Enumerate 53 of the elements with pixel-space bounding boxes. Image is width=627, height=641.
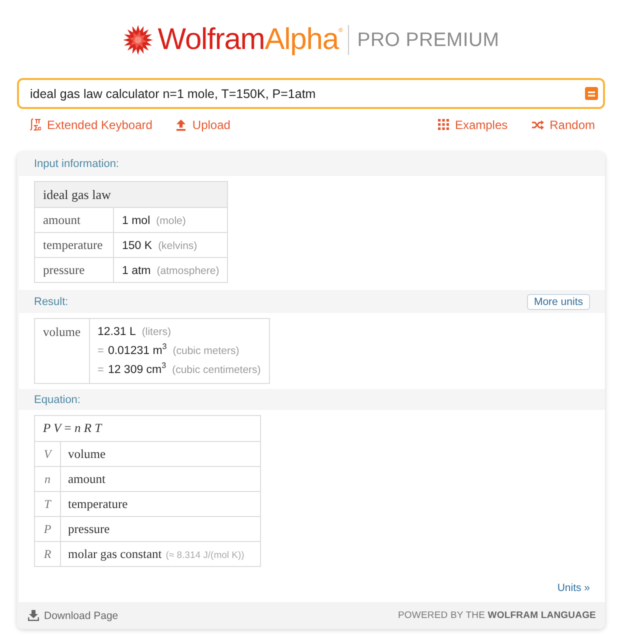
search-field[interactable]: ideal gas law calculator n=1 mole, T=150K, P=1atm [17,78,605,109]
unit-name: (atmosphere) [156,265,220,277]
submit-button[interactable] [585,87,598,100]
units-link[interactable]: Units » [557,582,590,594]
variable-symbol: n [34,466,60,492]
unit-name: (liters) [142,326,172,338]
variable-symbol: R [34,542,60,566]
quantity-label: pressure [34,258,114,282]
quantity-label: volume [34,318,89,384]
unit-name: (cubic meters) [172,344,240,356]
logo-wordmark: WolframAlpha$^{®}$ [158,24,342,56]
math-symbols-icon [30,118,41,131]
quantity-label: amount [34,208,114,232]
variable-name: pressure [68,522,110,536]
download-icon [28,610,39,621]
variable-symbol: T [34,492,60,516]
unit-name: (kelvins) [158,240,198,252]
edition-label: PRO PREMIUM [357,28,500,52]
quantity-value: 0.01231 m$^{3}$ [108,344,167,356]
spiky-star-icon [122,25,153,55]
toolbar-link[interactable]: Random [532,116,595,133]
quantity-value: 12 309 cm$^{3}$ [108,364,166,376]
quantity-value: 150 K [122,240,152,252]
table-header: ideal gas law [34,182,228,208]
toolbar-link[interactable]: Upload [176,116,230,133]
quantity-label: temperature [34,232,114,258]
pod-title: Result: [34,296,68,308]
dot-grid-icon [438,119,449,130]
variable-symbol: V [34,442,60,466]
variable-symbol: P [34,516,60,542]
pod-title: Equation: [34,394,80,406]
variable-name: molar gas constant [68,547,162,561]
variable-name: volume [68,447,106,461]
quantity-value: 12.31 L [98,326,136,338]
upload-icon [176,118,186,130]
variable-name: temperature [68,497,128,511]
constant-value: (≈ 8.314 J/(mol K)) [166,550,244,561]
quantity-value: 1 mol [122,215,150,227]
more-units-button[interactable]: More units [526,294,590,310]
powered-by-text: POWERED BY THE WOLFRAM LANGUAGE [398,610,596,621]
toolbar-link[interactable]: Extended Keyboard [30,116,152,133]
shuffle-icon [532,120,544,130]
toolbar-link[interactable]: Examples [438,116,508,133]
equals-icon [588,90,595,96]
unit-name: (cubic centimeters) [172,364,261,376]
unit-name: (mole) [156,215,186,227]
quantity-value: 1 atm [122,265,151,277]
equals-sign: = [98,364,104,376]
equation-formula: P V = n R T [34,416,260,442]
download-page-link[interactable]: Download Page [28,610,118,622]
variable-name: amount [68,472,106,486]
pod-title: Input information: [34,158,119,170]
equals-sign: = [98,344,104,356]
